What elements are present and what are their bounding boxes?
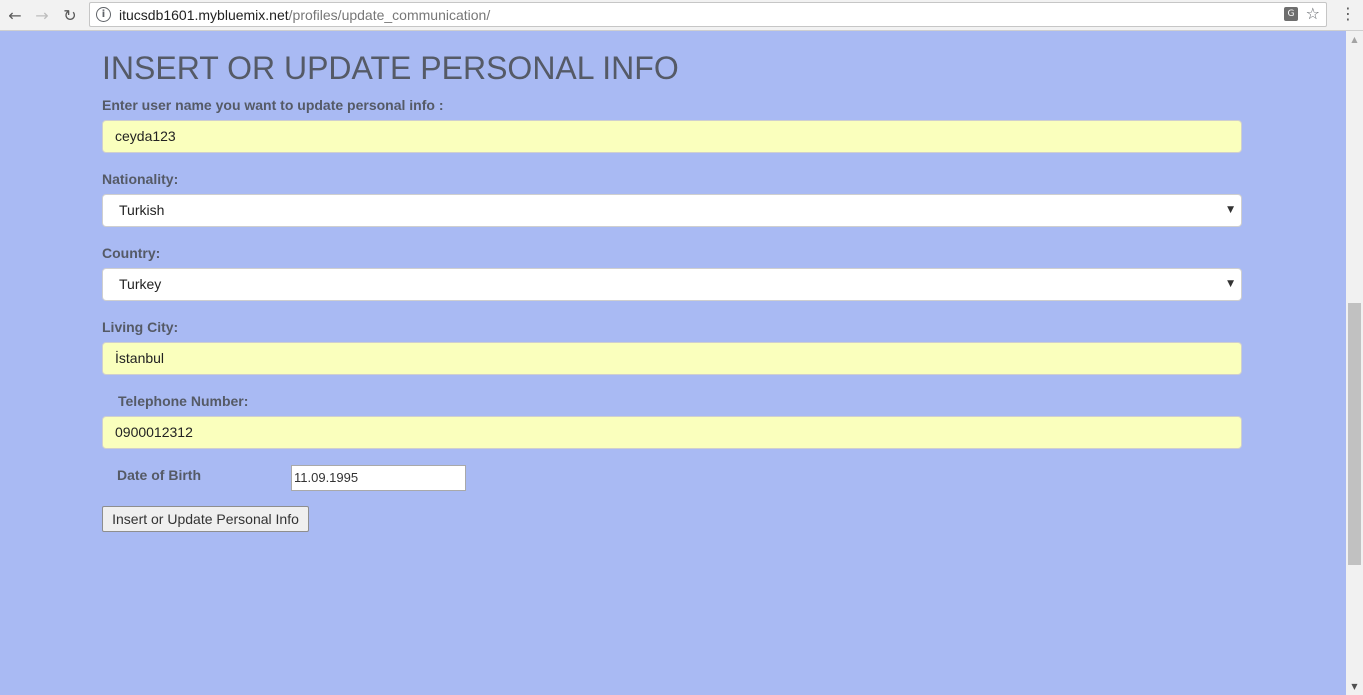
city-input[interactable]: İstanbul [102, 342, 1242, 375]
nationality-selected-value: Turkish [119, 202, 165, 218]
forward-arrow-icon[interactable]: → [32, 5, 52, 25]
url-host: itucsdb1601.mybluemix.net [119, 7, 289, 23]
chevron-down-icon: ▼ [1227, 205, 1234, 215]
username-label: Enter user name you want to update perso… [102, 97, 444, 113]
country-selected-value: Turkey [119, 276, 162, 292]
url-text[interactable]: itucsdb1601.mybluemix.net/profiles/updat… [119, 7, 490, 23]
nationality-label: Nationality: [102, 171, 179, 187]
reload-icon[interactable]: ↻ [60, 5, 80, 25]
url-path: /profiles/update_communication/ [288, 7, 491, 23]
submit-button[interactable]: Insert or Update Personal Info [102, 506, 309, 532]
menu-icon[interactable]: ⋮ [1340, 6, 1356, 22]
chevron-down-icon: ▼ [1227, 279, 1234, 289]
translate-icon[interactable]: G [1284, 7, 1298, 21]
browser-toolbar: ← → ↻ i itucsdb1601.mybluemix.net/profil… [0, 0, 1363, 31]
city-label: Living City: [102, 319, 179, 335]
address-bar[interactable]: i itucsdb1601.mybluemix.net/profiles/upd… [89, 2, 1327, 27]
info-icon[interactable]: i [96, 7, 111, 22]
page-scrollbar[interactable]: ▲ ▼ [1346, 31, 1363, 695]
back-arrow-icon[interactable]: ← [5, 5, 25, 25]
nationality-select[interactable]: Turkish ▼ [102, 194, 1242, 227]
page-title: INSERT OR UPDATE PERSONAL INFO [102, 50, 679, 86]
scroll-thumb[interactable] [1348, 303, 1361, 565]
dob-input[interactable]: 11.09.1995 [291, 465, 466, 491]
username-input[interactable]: ceyda123 [102, 120, 1242, 153]
scroll-down-icon[interactable]: ▼ [1346, 678, 1363, 695]
star-icon[interactable]: ☆ [1306, 4, 1320, 23]
phone-label: Telephone Number: [118, 393, 249, 409]
scroll-up-icon[interactable]: ▲ [1346, 31, 1363, 48]
country-select[interactable]: Turkey ▼ [102, 268, 1242, 301]
country-label: Country: [102, 245, 161, 261]
dob-label: Date of Birth [117, 467, 201, 483]
phone-input[interactable]: 0900012312 [102, 416, 1242, 449]
